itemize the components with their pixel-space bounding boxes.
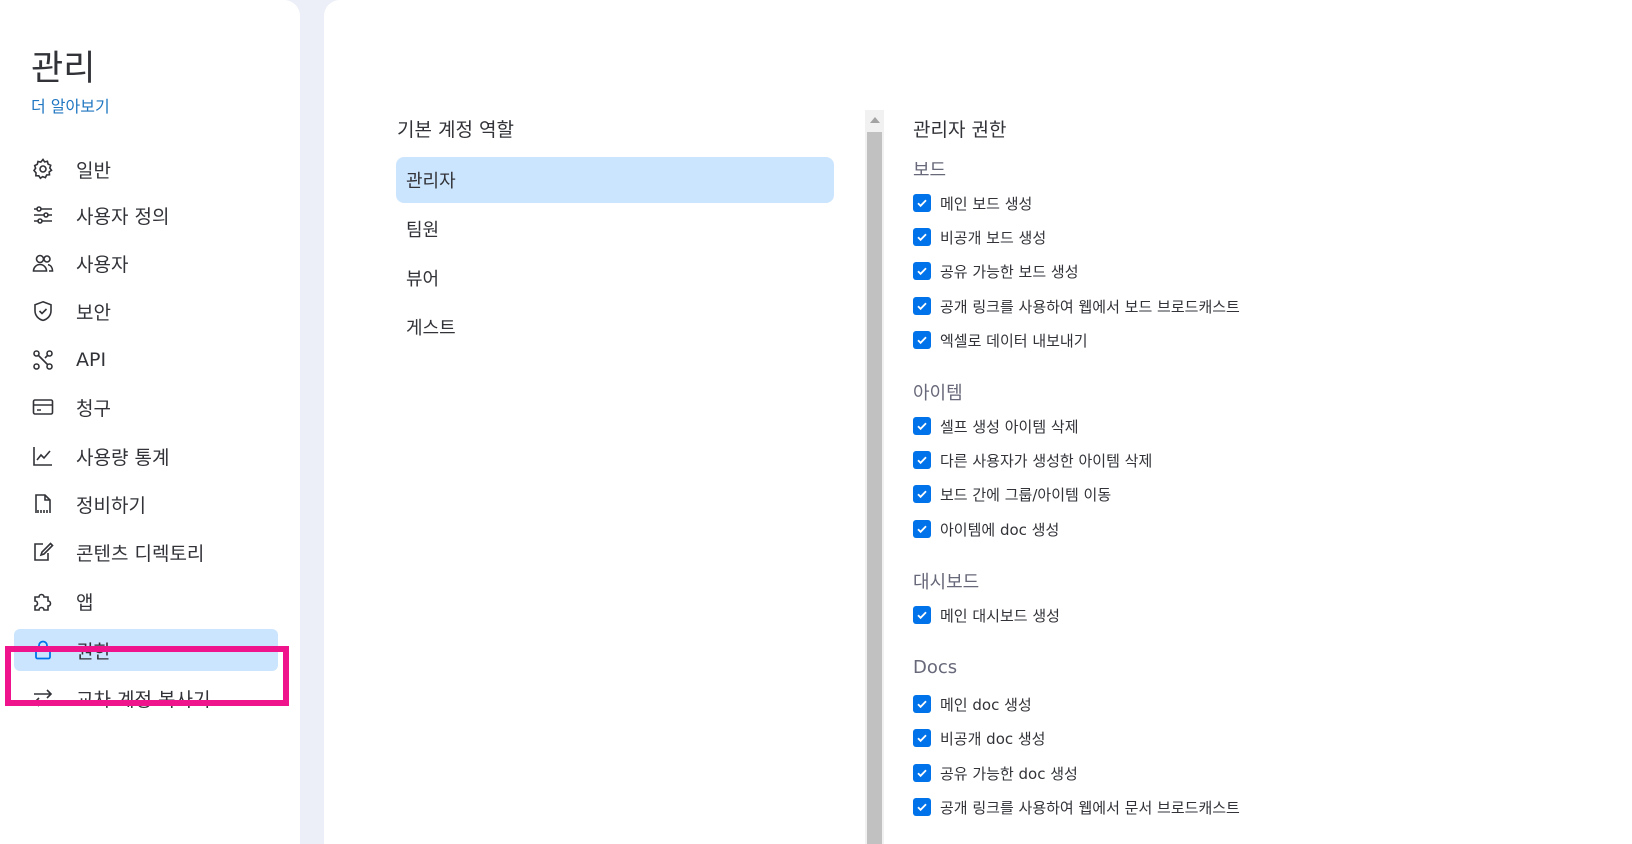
- sidebar-item-general[interactable]: 일반: [14, 148, 278, 190]
- role-item-guest[interactable]: 게스트: [396, 304, 834, 350]
- transfer-arrows-icon: [30, 685, 56, 711]
- sidebar-item-security[interactable]: 보안: [14, 290, 278, 332]
- sidebar-item-label: 앱: [76, 591, 94, 614]
- permission-label: 엑셀로 데이터 내보내기: [940, 331, 1088, 350]
- checkbox-checked-icon[interactable]: [913, 331, 931, 349]
- permission-group-title: 보드: [913, 160, 947, 181]
- checkbox-checked-icon[interactable]: [913, 228, 931, 246]
- permission-label: 메인 보드 생성: [940, 194, 1033, 213]
- permission-item[interactable]: 보드 간에 그룹/아이템 이동: [913, 482, 1111, 506]
- chart-icon: [30, 443, 56, 469]
- admin-sidebar: 관리 더 알아보기 일반 사용자 정의 사용자 보안 API 청구 사용량 통계…: [0, 0, 300, 844]
- checkbox-checked-icon[interactable]: [913, 451, 931, 469]
- permission-label: 공개 링크를 사용하여 웹에서 보드 브로드캐스트: [940, 297, 1240, 316]
- checkbox-checked-icon[interactable]: [913, 485, 931, 503]
- sidebar-item-cross-account-copier[interactable]: 교차 계정 복사기: [14, 677, 278, 719]
- permission-item[interactable]: 엑셀로 데이터 내보내기: [913, 328, 1088, 352]
- permission-group-title: Docs: [913, 657, 958, 678]
- sidebar-item-label: 일반: [76, 159, 111, 182]
- permission-item[interactable]: 공유 가능한 doc 생성: [913, 761, 1078, 785]
- sidebar-item-label: 정비하기: [76, 494, 146, 517]
- sidebar-item-label: 권한: [76, 640, 111, 663]
- sidebar-item-api[interactable]: API: [14, 339, 278, 381]
- sidebar-item-customization[interactable]: 사용자 정의: [14, 194, 278, 236]
- learn-more-link[interactable]: 더 알아보기: [31, 93, 110, 117]
- sidebar-item-label: 보안: [76, 301, 111, 324]
- permission-item[interactable]: 셀프 생성 아이템 삭제: [913, 414, 1079, 438]
- checkbox-checked-icon[interactable]: [913, 798, 931, 816]
- sidebar-item-users[interactable]: 사용자: [14, 242, 278, 284]
- shield-icon: [30, 298, 56, 324]
- users-icon: [30, 250, 56, 276]
- permission-item[interactable]: 공개 링크를 사용하여 웹에서 보드 브로드캐스트: [913, 294, 1240, 318]
- sidebar-item-label: 교차 계정 복사기: [76, 688, 211, 711]
- checkbox-checked-icon[interactable]: [913, 695, 931, 713]
- scroll-up-arrow-icon[interactable]: [865, 110, 884, 130]
- permission-label: 셀프 생성 아이템 삭제: [940, 417, 1079, 436]
- checkbox-checked-icon[interactable]: [913, 297, 931, 315]
- permissions-scrollbar[interactable]: [865, 110, 884, 844]
- sidebar-item-maintenance[interactable]: 정비하기: [14, 483, 278, 525]
- permission-item[interactable]: 메인 보드 생성: [913, 191, 1032, 215]
- permission-label: 보드 간에 그룹/아이템 이동: [940, 485, 1112, 504]
- permission-item[interactable]: 메인 대시보드 생성: [913, 603, 1060, 627]
- checkbox-checked-icon[interactable]: [913, 262, 931, 280]
- sidebar-item-content-directory[interactable]: 콘텐츠 디렉토리: [14, 531, 278, 573]
- permission-label: 아이템에 doc 생성: [940, 520, 1060, 539]
- sidebar-item-label: 사용자: [76, 253, 129, 276]
- permission-label: 비공개 보드 생성: [940, 228, 1047, 247]
- sidebar-title: 관리: [31, 49, 96, 89]
- api-icon: [30, 347, 56, 373]
- roles-title: 기본 계정 역할: [397, 119, 514, 141]
- permission-group-title: 아이템: [913, 383, 963, 404]
- role-item-admin[interactable]: 관리자: [396, 157, 834, 203]
- edit-document-icon: [30, 539, 56, 565]
- sidebar-item-label: 사용자 정의: [76, 205, 170, 228]
- permissions-title: 관리자 권한: [913, 119, 1007, 141]
- checkbox-checked-icon[interactable]: [913, 194, 931, 212]
- sidebar-item-apps[interactable]: 앱: [14, 580, 278, 622]
- sidebar-item-label: API: [76, 349, 107, 371]
- checkbox-checked-icon[interactable]: [913, 764, 931, 782]
- sidebar-item-label: 청구: [76, 397, 111, 420]
- permission-item[interactable]: 아이템에 doc 생성: [913, 517, 1059, 541]
- puzzle-icon: [30, 588, 56, 614]
- checkbox-checked-icon[interactable]: [913, 417, 931, 435]
- permission-label: 공유 가능한 doc 생성: [940, 764, 1078, 783]
- permission-label: 메인 doc 생성: [940, 695, 1032, 714]
- checkbox-checked-icon[interactable]: [913, 606, 931, 624]
- permission-label: 메인 대시보드 생성: [940, 606, 1060, 625]
- sidebar-item-label: 사용량 통계: [76, 446, 170, 469]
- document-icon: [30, 491, 56, 517]
- checkbox-checked-icon[interactable]: [913, 729, 931, 747]
- sliders-icon: [30, 202, 56, 228]
- permission-item[interactable]: 공개 링크를 사용하여 웹에서 문서 브로드캐스트: [913, 795, 1240, 819]
- sidebar-item-label: 콘텐츠 디렉토리: [76, 542, 205, 565]
- role-item-member[interactable]: 팀원: [396, 206, 834, 252]
- sidebar-item-permissions[interactable]: 권한: [14, 629, 278, 671]
- sidebar-item-usage-stats[interactable]: 사용량 통계: [14, 435, 278, 477]
- gear-icon: [30, 156, 56, 182]
- permission-label: 비공개 doc 생성: [940, 729, 1046, 748]
- permission-item[interactable]: 공유 가능한 보드 생성: [913, 259, 1079, 283]
- permission-label: 공개 링크를 사용하여 웹에서 문서 브로드캐스트: [940, 798, 1240, 817]
- credit-card-icon: [30, 394, 56, 420]
- sidebar-item-billing[interactable]: 청구: [14, 386, 278, 428]
- role-item-viewer[interactable]: 뷰어: [396, 255, 834, 301]
- permission-label: 공유 가능한 보드 생성: [940, 262, 1079, 281]
- scrollbar-thumb[interactable]: [867, 132, 882, 844]
- lock-icon: [30, 637, 56, 663]
- permission-label: 다른 사용자가 생성한 아이템 삭제: [940, 451, 1153, 470]
- permission-item[interactable]: 비공개 보드 생성: [913, 225, 1046, 249]
- permission-item[interactable]: 다른 사용자가 생성한 아이템 삭제: [913, 448, 1152, 472]
- permission-item[interactable]: 비공개 doc 생성: [913, 726, 1045, 750]
- main-panel: 기본 계정 역할 관리자 팀원 뷰어 게스트 관리자 권한 보드 메인 보드 생…: [324, 0, 1632, 844]
- permission-group-title: 대시보드: [913, 572, 980, 593]
- permission-item[interactable]: 메인 doc 생성: [913, 692, 1032, 716]
- checkbox-checked-icon[interactable]: [913, 520, 931, 538]
